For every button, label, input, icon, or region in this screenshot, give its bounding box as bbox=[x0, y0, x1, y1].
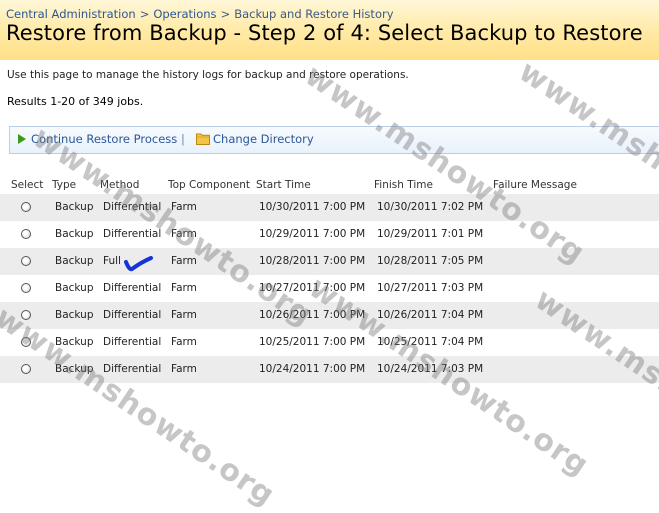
results-count: Results 1-20 of 349 jobs. bbox=[7, 95, 144, 108]
table-row: Backup Differential Farm 10/29/2011 7:00… bbox=[0, 221, 659, 248]
change-directory-button[interactable]: Change Directory bbox=[213, 132, 314, 146]
cell-type: Backup bbox=[55, 282, 94, 294]
cell-method: Differential bbox=[103, 336, 162, 348]
cell-method: Differential bbox=[103, 309, 162, 321]
column-header-start-time: Start Time bbox=[256, 179, 311, 191]
breadcrumb-separator: > bbox=[220, 7, 231, 21]
table-row: Backup Differential Farm 10/27/2011 7:00… bbox=[0, 275, 659, 302]
cell-method: Full bbox=[103, 255, 121, 267]
column-header-failure-message: Failure Message bbox=[493, 179, 577, 191]
select-radio[interactable] bbox=[21, 364, 31, 374]
cell-type: Backup bbox=[55, 201, 94, 213]
folder-icon[interactable] bbox=[196, 132, 210, 145]
cell-finish-time: 10/24/2011 7:03 PM bbox=[377, 363, 484, 375]
cell-type: Backup bbox=[55, 309, 94, 321]
cell-finish-time: 10/29/2011 7:01 PM bbox=[377, 228, 484, 240]
select-radio[interactable] bbox=[21, 310, 31, 320]
page-title: Restore from Backup - Step 2 of 4: Selec… bbox=[6, 21, 643, 45]
cell-start-time: 10/27/2011 7:00 PM bbox=[259, 282, 366, 294]
column-header-type: Type bbox=[52, 179, 77, 191]
cell-component: Farm bbox=[171, 363, 197, 375]
cell-component: Farm bbox=[171, 255, 197, 267]
column-header-select: Select bbox=[11, 179, 44, 191]
cell-type: Backup bbox=[55, 255, 94, 267]
toolbar: Continue Restore Process | Change Direct… bbox=[9, 126, 659, 154]
cell-start-time: 10/26/2011 7:00 PM bbox=[259, 309, 366, 321]
cell-component: Farm bbox=[171, 201, 197, 213]
table-row: Backup Differential Farm 10/24/2011 7:00… bbox=[0, 356, 659, 383]
cell-type: Backup bbox=[55, 336, 94, 348]
table-row: Backup Full Farm 10/28/2011 7:00 PM 10/2… bbox=[0, 248, 659, 275]
table-row: Backup Differential Farm 10/30/2011 7:00… bbox=[0, 194, 659, 221]
hand-drawn-checkmark-icon bbox=[124, 256, 153, 272]
cell-finish-time: 10/30/2011 7:02 PM bbox=[377, 201, 484, 213]
cell-method: Differential bbox=[103, 282, 162, 294]
cell-finish-time: 10/28/2011 7:05 PM bbox=[377, 255, 484, 267]
breadcrumb-operations[interactable]: Operations bbox=[153, 7, 216, 21]
cell-start-time: 10/29/2011 7:00 PM bbox=[259, 228, 366, 240]
table-row: Backup Differential Farm 10/25/2011 7:00… bbox=[0, 329, 659, 356]
select-radio[interactable] bbox=[21, 202, 31, 212]
breadcrumb-separator: > bbox=[139, 7, 150, 21]
cell-method: Differential bbox=[103, 228, 162, 240]
cell-component: Farm bbox=[171, 309, 197, 321]
breadcrumb: Central Administration > Operations > Backup… bbox=[6, 7, 394, 21]
table-header-row: Select Type Method Top Component Start T… bbox=[0, 177, 659, 193]
page-header: Central Administration > Operations > Backup… bbox=[0, 0, 659, 60]
cell-method: Differential bbox=[103, 363, 162, 375]
select-radio[interactable] bbox=[21, 256, 31, 266]
cell-component: Farm bbox=[171, 282, 197, 294]
table-row: Backup Differential Farm 10/26/2011 7:00… bbox=[0, 302, 659, 329]
cell-start-time: 10/30/2011 7:00 PM bbox=[259, 201, 366, 213]
cell-method: Differential bbox=[103, 201, 162, 213]
cell-finish-time: 10/27/2011 7:03 PM bbox=[377, 282, 484, 294]
cell-component: Farm bbox=[171, 228, 197, 240]
cell-finish-time: 10/26/2011 7:04 PM bbox=[377, 309, 484, 321]
select-radio[interactable] bbox=[21, 337, 31, 347]
toolbar-separator: | bbox=[181, 132, 185, 146]
play-arrow-icon[interactable] bbox=[18, 134, 26, 144]
continue-restore-button[interactable]: Continue Restore Process bbox=[31, 132, 177, 146]
column-header-method: Method bbox=[100, 179, 140, 191]
cell-start-time: 10/25/2011 7:00 PM bbox=[259, 336, 366, 348]
cell-start-time: 10/24/2011 7:00 PM bbox=[259, 363, 366, 375]
cell-finish-time: 10/25/2011 7:04 PM bbox=[377, 336, 484, 348]
cell-component: Farm bbox=[171, 336, 197, 348]
breadcrumb-current-page: Backup and Restore History bbox=[234, 7, 394, 21]
cell-type: Backup bbox=[55, 228, 94, 240]
cell-type: Backup bbox=[55, 363, 94, 375]
column-header-finish-time: Finish Time bbox=[374, 179, 433, 191]
column-header-top-component: Top Component bbox=[168, 179, 251, 191]
select-radio[interactable] bbox=[21, 283, 31, 293]
select-radio[interactable] bbox=[21, 229, 31, 239]
breadcrumb-central-administration[interactable]: Central Administration bbox=[6, 7, 136, 21]
page-description: Use this page to manage the history logs… bbox=[7, 69, 409, 81]
cell-start-time: 10/28/2011 7:00 PM bbox=[259, 255, 366, 267]
